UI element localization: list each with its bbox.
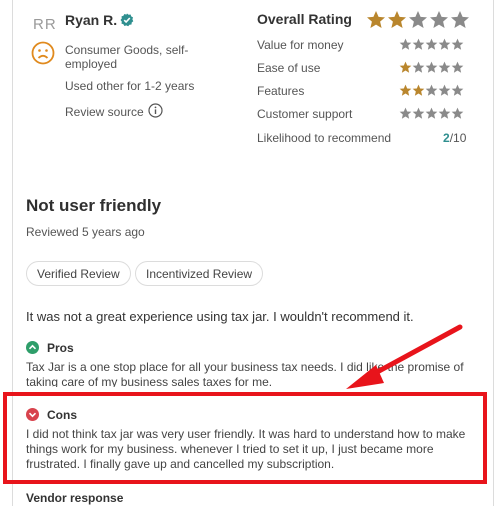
review-date: Reviewed 5 years ago: [26, 225, 145, 239]
ease-of-use-label: Ease of use: [257, 61, 321, 75]
info-icon[interactable]: [148, 103, 163, 118]
star-empty-icon: [425, 84, 438, 96]
likelihood-label: Likelihood to recommend: [257, 131, 392, 145]
pros-text: Tax Jar is a one stop place for all your…: [26, 360, 464, 387]
star-empty-icon: [412, 61, 425, 73]
review-source-label: Review source: [65, 105, 144, 119]
star-empty-icon: [438, 107, 451, 119]
verified-review-tag: Verified Review: [26, 261, 131, 286]
star-empty-icon: [438, 38, 451, 50]
features-stars: [399, 84, 464, 97]
customer-support-label: Customer support: [257, 107, 353, 121]
star-empty-icon: [409, 11, 427, 28]
review-summary: It was not a great experience using tax …: [26, 309, 414, 324]
star-empty-icon: [430, 11, 448, 28]
value-for-money-stars: [399, 38, 464, 51]
star-empty-icon: [438, 61, 451, 73]
incentivized-review-tag: Incentivized Review: [135, 261, 264, 286]
star-empty-icon: [425, 61, 438, 73]
star-filled-icon: [399, 84, 412, 96]
sad-face-icon: [31, 41, 55, 65]
star-empty-icon: [451, 61, 464, 73]
reviewer-name: Ryan R.: [65, 12, 118, 28]
cons-highlight-box: [3, 392, 487, 484]
star-empty-icon: [451, 38, 464, 50]
star-filled-icon: [388, 11, 406, 28]
value-for-money-label: Value for money: [257, 38, 344, 52]
reviewer-industry: Consumer Goods, self-employed: [65, 43, 189, 71]
features-label: Features: [257, 84, 305, 98]
star-filled-icon: [412, 84, 425, 96]
star-empty-icon: [451, 84, 464, 96]
star-empty-icon: [399, 107, 412, 119]
usage-duration: Used other for 1-2 years: [65, 79, 195, 93]
star-empty-icon: [451, 11, 469, 28]
star-empty-icon: [399, 38, 412, 50]
pros-heading: Pros: [47, 341, 74, 355]
verified-badge-icon: [120, 13, 134, 27]
review-title: Not user friendly: [26, 196, 162, 215]
star-empty-icon: [425, 38, 438, 50]
overall-rating-stars: [366, 10, 471, 30]
star-empty-icon: [425, 107, 438, 119]
star-filled-icon: [367, 11, 385, 28]
star-filled-icon: [399, 61, 412, 73]
ease-of-use-stars: [399, 61, 464, 74]
star-empty-icon: [438, 84, 451, 96]
star-empty-icon: [412, 38, 425, 50]
pros-thumbs-up-icon: [26, 341, 39, 354]
vendor-response-heading[interactable]: Vendor response: [26, 491, 123, 505]
customer-support-stars: [399, 107, 464, 120]
likelihood-score: 2/10: [443, 131, 467, 145]
overall-rating-label: Overall Rating: [257, 11, 352, 27]
star-empty-icon: [412, 107, 425, 119]
avatar: RR: [33, 16, 57, 33]
star-empty-icon: [451, 107, 464, 119]
